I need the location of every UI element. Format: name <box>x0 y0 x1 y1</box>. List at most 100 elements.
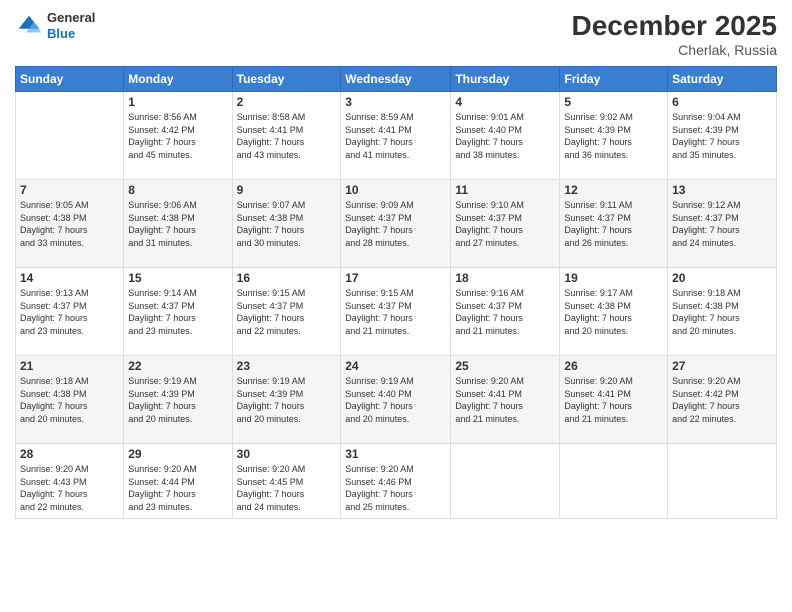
table-row: 9 Sunrise: 9:07 AM Sunset: 4:38 PM Daylig… <box>232 180 341 268</box>
day-info: Sunrise: 9:20 AM Sunset: 4:44 PM Dayligh… <box>128 463 227 513</box>
table-row: 7 Sunrise: 9:05 AM Sunset: 4:38 PM Daylig… <box>16 180 124 268</box>
day-info: Sunrise: 8:59 AM Sunset: 4:41 PM Dayligh… <box>345 111 446 161</box>
day-number: 17 <box>345 271 446 285</box>
day-info: Sunrise: 9:20 AM Sunset: 4:45 PM Dayligh… <box>237 463 337 513</box>
day-info: Sunrise: 9:20 AM Sunset: 4:41 PM Dayligh… <box>455 375 555 425</box>
day-info: Sunrise: 9:15 AM Sunset: 4:37 PM Dayligh… <box>237 287 337 337</box>
day-number: 4 <box>455 95 555 109</box>
day-number: 13 <box>672 183 772 197</box>
day-info: Sunrise: 9:10 AM Sunset: 4:37 PM Dayligh… <box>455 199 555 249</box>
calendar-header-row: Sunday Monday Tuesday Wednesday Thursday… <box>16 67 777 92</box>
table-row: 10 Sunrise: 9:09 AM Sunset: 4:37 PM Dayli… <box>341 180 451 268</box>
col-friday: Friday <box>560 67 668 92</box>
day-info: Sunrise: 9:19 AM Sunset: 4:39 PM Dayligh… <box>237 375 337 425</box>
day-number: 21 <box>20 359 119 373</box>
title-block: December 2025 Cherlak, Russia <box>572 10 777 58</box>
day-info: Sunrise: 8:56 AM Sunset: 4:42 PM Dayligh… <box>128 111 227 161</box>
day-number: 12 <box>564 183 663 197</box>
page: General Blue December 2025 Cherlak, Russ… <box>0 0 792 612</box>
day-info: Sunrise: 9:09 AM Sunset: 4:37 PM Dayligh… <box>345 199 446 249</box>
day-info: Sunrise: 9:20 AM Sunset: 4:42 PM Dayligh… <box>672 375 772 425</box>
day-info: Sunrise: 9:19 AM Sunset: 4:40 PM Dayligh… <box>345 375 446 425</box>
day-info: Sunrise: 8:58 AM Sunset: 4:41 PM Dayligh… <box>237 111 337 161</box>
day-number: 25 <box>455 359 555 373</box>
col-saturday: Saturday <box>668 67 777 92</box>
day-info: Sunrise: 9:05 AM Sunset: 4:38 PM Dayligh… <box>20 199 119 249</box>
table-row: 3 Sunrise: 8:59 AM Sunset: 4:41 PM Daylig… <box>341 92 451 180</box>
table-row: 23 Sunrise: 9:19 AM Sunset: 4:39 PM Dayli… <box>232 356 341 444</box>
day-number: 26 <box>564 359 663 373</box>
logo-blue: Blue <box>47 26 95 42</box>
day-info: Sunrise: 9:18 AM Sunset: 4:38 PM Dayligh… <box>672 287 772 337</box>
day-number: 19 <box>564 271 663 285</box>
day-number: 11 <box>455 183 555 197</box>
day-number: 16 <box>237 271 337 285</box>
table-row: 16 Sunrise: 9:15 AM Sunset: 4:37 PM Dayli… <box>232 268 341 356</box>
table-row: 20 Sunrise: 9:18 AM Sunset: 4:38 PM Dayli… <box>668 268 777 356</box>
col-sunday: Sunday <box>16 67 124 92</box>
table-row: 22 Sunrise: 9:19 AM Sunset: 4:39 PM Dayli… <box>124 356 232 444</box>
table-row: 4 Sunrise: 9:01 AM Sunset: 4:40 PM Daylig… <box>451 92 560 180</box>
table-row: 25 Sunrise: 9:20 AM Sunset: 4:41 PM Dayli… <box>451 356 560 444</box>
table-row: 21 Sunrise: 9:18 AM Sunset: 4:38 PM Dayli… <box>16 356 124 444</box>
day-number: 20 <box>672 271 772 285</box>
day-number: 22 <box>128 359 227 373</box>
table-row: 5Sunrise: 9:02 AM Sunset: 4:39 PM Daylig… <box>560 92 668 180</box>
day-info: Sunrise: 9:06 AM Sunset: 4:38 PM Dayligh… <box>128 199 227 249</box>
table-row: 13 Sunrise: 9:12 AM Sunset: 4:37 PM Dayli… <box>668 180 777 268</box>
table-row: 6 Sunrise: 9:04 AM Sunset: 4:39 PM Daylig… <box>668 92 777 180</box>
col-wednesday: Wednesday <box>341 67 451 92</box>
col-thursday: Thursday <box>451 67 560 92</box>
table-row: 24Sunrise: 9:19 AM Sunset: 4:40 PM Dayli… <box>341 356 451 444</box>
day-info: Sunrise: 9:07 AM Sunset: 4:38 PM Dayligh… <box>237 199 337 249</box>
day-info: Sunrise: 9:14 AM Sunset: 4:37 PM Dayligh… <box>128 287 227 337</box>
day-info: Sunrise: 9:20 AM Sunset: 4:46 PM Dayligh… <box>345 463 446 513</box>
table-row: 8 Sunrise: 9:06 AM Sunset: 4:38 PM Daylig… <box>124 180 232 268</box>
day-info: Sunrise: 9:11 AM Sunset: 4:37 PM Dayligh… <box>564 199 663 249</box>
day-number: 2 <box>237 95 337 109</box>
location: Cherlak, Russia <box>572 42 777 58</box>
calendar-table: Sunday Monday Tuesday Wednesday Thursday… <box>15 66 777 519</box>
day-info: Sunrise: 9:02 AM Sunset: 4:39 PM Dayligh… <box>564 111 663 161</box>
table-row: 2 Sunrise: 8:58 AM Sunset: 4:41 PM Daylig… <box>232 92 341 180</box>
day-number: 6 <box>672 95 772 109</box>
day-info: Sunrise: 9:04 AM Sunset: 4:39 PM Dayligh… <box>672 111 772 161</box>
logo: General Blue <box>15 10 95 41</box>
day-number: 9 <box>237 183 337 197</box>
day-number: 3 <box>345 95 446 109</box>
table-row: 1 Sunrise: 8:56 AM Sunset: 4:42 PM Daylig… <box>124 92 232 180</box>
logo-general: General <box>47 10 95 26</box>
day-info: Sunrise: 9:12 AM Sunset: 4:37 PM Dayligh… <box>672 199 772 249</box>
day-number: 18 <box>455 271 555 285</box>
day-info: Sunrise: 9:16 AM Sunset: 4:37 PM Dayligh… <box>455 287 555 337</box>
table-row: 17 Sunrise: 9:15 AM Sunset: 4:37 PM Dayli… <box>341 268 451 356</box>
day-number: 10 <box>345 183 446 197</box>
table-row: 14Sunrise: 9:13 AM Sunset: 4:37 PM Dayli… <box>16 268 124 356</box>
day-info: Sunrise: 9:15 AM Sunset: 4:37 PM Dayligh… <box>345 287 446 337</box>
day-info: Sunrise: 9:18 AM Sunset: 4:38 PM Dayligh… <box>20 375 119 425</box>
table-row: 30 Sunrise: 9:20 AM Sunset: 4:45 PM Dayli… <box>232 444 341 519</box>
logo-icon <box>15 12 43 40</box>
day-number: 27 <box>672 359 772 373</box>
header: General Blue December 2025 Cherlak, Russ… <box>15 10 777 58</box>
month-title: December 2025 <box>572 10 777 42</box>
day-number: 29 <box>128 447 227 461</box>
day-info: Sunrise: 9:01 AM Sunset: 4:40 PM Dayligh… <box>455 111 555 161</box>
day-number: 23 <box>237 359 337 373</box>
table-row: 28Sunrise: 9:20 AM Sunset: 4:43 PM Dayli… <box>16 444 124 519</box>
table-row <box>560 444 668 519</box>
day-number: 7 <box>20 183 119 197</box>
day-number: 30 <box>237 447 337 461</box>
day-info: Sunrise: 9:17 AM Sunset: 4:38 PM Dayligh… <box>564 287 663 337</box>
day-number: 15 <box>128 271 227 285</box>
day-number: 1 <box>128 95 227 109</box>
day-info: Sunrise: 9:19 AM Sunset: 4:39 PM Dayligh… <box>128 375 227 425</box>
day-number: 8 <box>128 183 227 197</box>
table-row: 12 Sunrise: 9:11 AM Sunset: 4:37 PM Dayli… <box>560 180 668 268</box>
day-number: 14 <box>20 271 119 285</box>
table-row <box>451 444 560 519</box>
table-row <box>668 444 777 519</box>
day-info: Sunrise: 9:20 AM Sunset: 4:43 PM Dayligh… <box>20 463 119 513</box>
logo-text: General Blue <box>47 10 95 41</box>
day-info: Sunrise: 9:20 AM Sunset: 4:41 PM Dayligh… <box>564 375 663 425</box>
